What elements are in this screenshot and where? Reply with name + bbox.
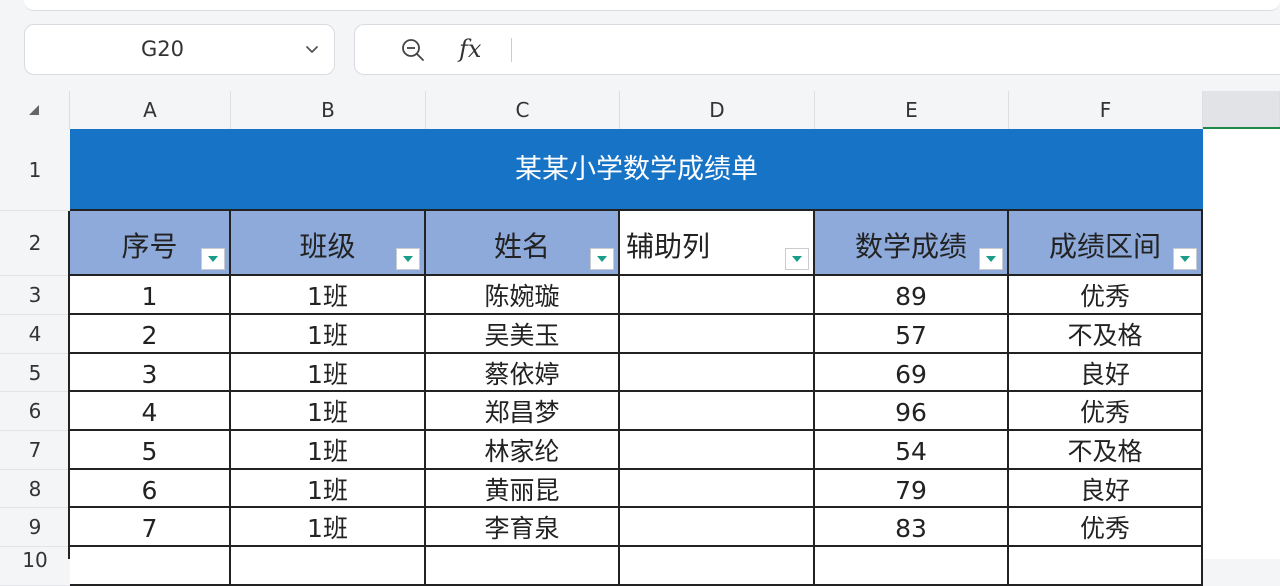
header-cell-class[interactable]: 班级 — [231, 211, 426, 276]
cell-class[interactable]: 1班 — [231, 470, 426, 508]
cell-name[interactable] — [426, 547, 620, 586]
cell-grade-range[interactable] — [1009, 547, 1203, 586]
cell-index[interactable]: 4 — [70, 392, 231, 431]
cell-name[interactable]: 蔡依婷 — [426, 354, 620, 392]
cell-name[interactable]: 吴美玉 — [426, 315, 620, 354]
cell-class[interactable]: 1班 — [231, 508, 426, 547]
cell-class[interactable]: 1班 — [231, 354, 426, 392]
filter-dropdown-button[interactable] — [201, 248, 225, 270]
cell-grade-range[interactable]: 优秀 — [1009, 276, 1203, 315]
corner-triangle-icon — [29, 105, 39, 115]
cell-score[interactable]: 69 — [815, 354, 1009, 392]
cell-name[interactable]: 郑昌梦 — [426, 392, 620, 431]
spreadsheet-grid: A B C D E F 1 2 3 4 5 6 7 8 9 10 某某小学数学成… — [0, 0, 1280, 586]
cell-helper[interactable] — [620, 470, 815, 508]
filter-dropdown-button[interactable] — [1173, 248, 1197, 270]
column-header-d[interactable]: D — [620, 91, 815, 129]
filter-arrow-icon — [208, 256, 218, 262]
cell-name[interactable]: 黄丽昆 — [426, 470, 620, 508]
header-cell-grade-range[interactable]: 成绩区间 — [1009, 211, 1203, 276]
cell-index[interactable]: 7 — [70, 508, 231, 547]
cell-class[interactable]: 1班 — [231, 315, 426, 354]
cell-name[interactable]: 林家纶 — [426, 431, 620, 470]
cell-helper[interactable] — [620, 276, 815, 315]
column-header-b[interactable]: B — [231, 91, 426, 129]
filter-dropdown-button[interactable] — [396, 248, 420, 270]
cell-grade-range[interactable]: 不及格 — [1009, 315, 1203, 354]
cell-index[interactable]: 2 — [70, 315, 231, 354]
cell-helper[interactable] — [620, 508, 815, 547]
column-header-c[interactable]: C — [426, 91, 620, 129]
header-cell-index[interactable]: 序号 — [70, 211, 231, 276]
filter-arrow-icon — [986, 256, 996, 262]
cell-class[interactable]: 1班 — [231, 392, 426, 431]
row-header-3[interactable]: 3 — [0, 276, 70, 315]
cell-score[interactable]: 96 — [815, 392, 1009, 431]
cell-score[interactable]: 89 — [815, 276, 1009, 315]
column-header-g[interactable] — [1203, 91, 1280, 129]
cell-index[interactable]: 6 — [70, 470, 231, 508]
filter-arrow-icon — [597, 256, 607, 262]
filter-dropdown-button[interactable] — [590, 248, 614, 270]
cell-helper[interactable] — [620, 392, 815, 431]
row-header-10[interactable]: 10 — [0, 547, 70, 586]
column-header-f[interactable]: F — [1009, 91, 1203, 129]
header-cell-helper[interactable]: 辅助列 — [620, 211, 815, 276]
cell-grade-range[interactable]: 良好 — [1009, 470, 1203, 508]
row-header-8[interactable]: 8 — [0, 470, 70, 508]
filter-arrow-icon — [1180, 256, 1190, 262]
cell-class[interactable] — [231, 547, 426, 586]
cell-class[interactable]: 1班 — [231, 431, 426, 470]
row-header-2[interactable]: 2 — [0, 211, 70, 276]
cell-grade-range[interactable]: 不及格 — [1009, 431, 1203, 470]
cell-score[interactable] — [815, 547, 1009, 586]
header-cell-name[interactable]: 姓名 — [426, 211, 620, 276]
cell-score[interactable]: 83 — [815, 508, 1009, 547]
row-header-1[interactable]: 1 — [0, 129, 70, 211]
cell-name[interactable]: 李育泉 — [426, 508, 620, 547]
cell-helper[interactable] — [620, 315, 815, 354]
cell-index[interactable]: 5 — [70, 431, 231, 470]
cell-grade-range[interactable]: 优秀 — [1009, 392, 1203, 431]
filter-dropdown-button[interactable] — [979, 248, 1003, 270]
cell-score[interactable]: 79 — [815, 470, 1009, 508]
cell-class[interactable]: 1班 — [231, 276, 426, 315]
row-header-5[interactable]: 5 — [0, 354, 70, 392]
cell-score[interactable]: 54 — [815, 431, 1009, 470]
cell-helper[interactable] — [620, 354, 815, 392]
row-header-6[interactable]: 6 — [0, 392, 70, 431]
cell-helper[interactable] — [620, 547, 815, 586]
row-header-7[interactable]: 7 — [0, 431, 70, 470]
filter-arrow-icon — [403, 256, 413, 262]
row-header-9[interactable]: 9 — [0, 508, 70, 547]
cell-grade-range[interactable]: 良好 — [1009, 354, 1203, 392]
cell-index[interactable] — [70, 547, 231, 586]
cell-index[interactable]: 1 — [70, 276, 231, 315]
filter-dropdown-button[interactable] — [785, 248, 809, 270]
column-header-a[interactable]: A — [70, 91, 231, 129]
filter-arrow-icon — [792, 256, 802, 262]
cell-index[interactable]: 3 — [70, 354, 231, 392]
select-all-corner[interactable] — [0, 91, 70, 129]
header-cell-score[interactable]: 数学成绩 — [815, 211, 1009, 276]
sheet-title-cell[interactable]: 某某小学数学成绩单 — [70, 129, 1203, 211]
cell-grade-range[interactable]: 优秀 — [1009, 508, 1203, 547]
column-header-e[interactable]: E — [815, 91, 1009, 129]
cell-helper[interactable] — [620, 431, 815, 470]
selected-column-indicator — [1203, 127, 1280, 129]
row-header-4[interactable]: 4 — [0, 315, 70, 354]
cell-name[interactable]: 陈婉璇 — [426, 276, 620, 315]
cell-score[interactable]: 57 — [815, 315, 1009, 354]
